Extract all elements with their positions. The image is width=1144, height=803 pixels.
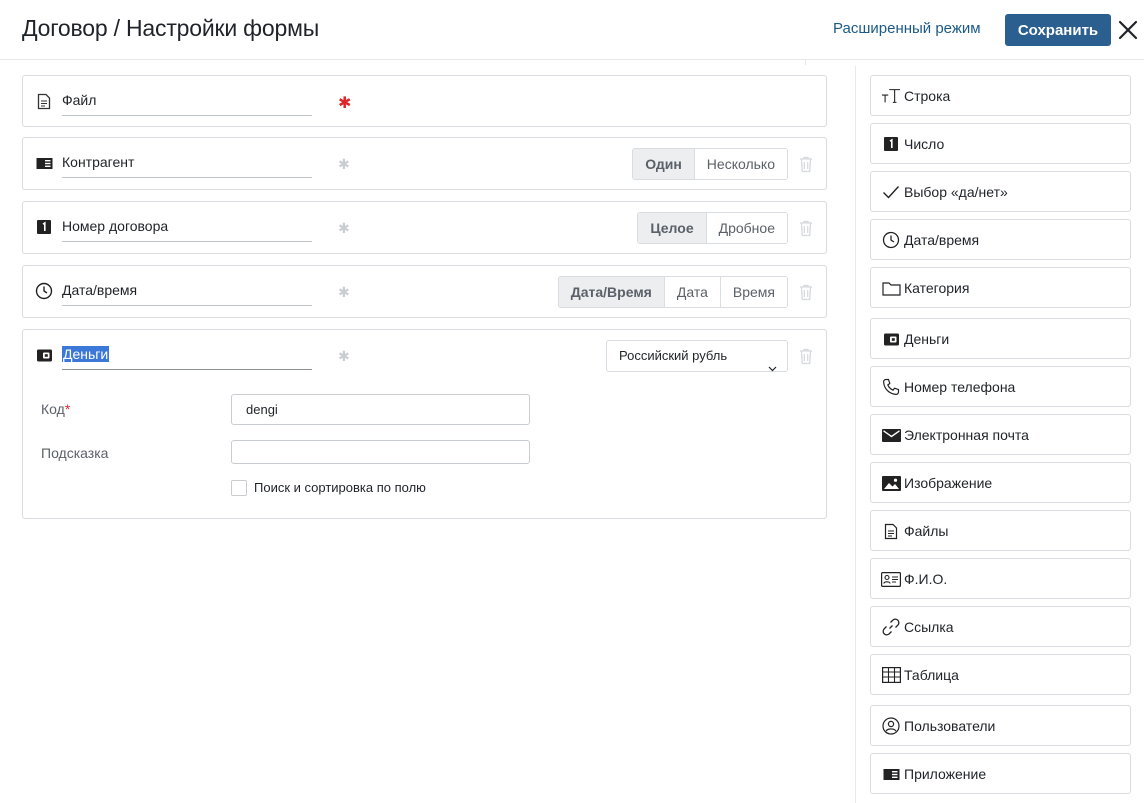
type-datetime-button[interactable]: Дата/время xyxy=(870,219,1131,260)
datetime-type-switch: Дата/Время Дата Время xyxy=(557,276,788,308)
type-files-button[interactable]: Файлы xyxy=(870,510,1131,551)
option-single[interactable]: Один xyxy=(633,149,694,179)
option-date[interactable]: Дата xyxy=(663,277,720,307)
trash-icon[interactable] xyxy=(798,155,814,173)
type-application-button[interactable]: Приложение xyxy=(870,753,1131,794)
type-label: Число xyxy=(904,136,945,152)
type-users-button[interactable]: Пользователи xyxy=(870,705,1131,746)
divider xyxy=(805,60,806,65)
type-category-button[interactable]: Категория xyxy=(870,267,1131,308)
type-label: Таблица xyxy=(904,667,959,683)
hint-input[interactable] xyxy=(231,440,530,464)
link-icon xyxy=(881,618,901,636)
type-label: Пользователи xyxy=(904,718,996,734)
app-icon xyxy=(35,154,53,172)
field-row-datetime: Дата/время ✱ Дата/Время Дата Время xyxy=(22,265,827,318)
panel-divider xyxy=(855,66,856,803)
code-label-text: Код xyxy=(41,401,65,417)
type-image-button[interactable]: Изображение xyxy=(870,462,1131,503)
number-icon xyxy=(881,135,901,153)
field-row-contract-number: Номер договора ✱ Целое Дробное xyxy=(22,201,827,254)
trash-icon[interactable] xyxy=(798,283,814,301)
file-icon xyxy=(881,522,901,540)
required-toggle[interactable]: ✱ xyxy=(338,348,350,365)
option-datetime[interactable]: Дата/Время xyxy=(558,277,664,307)
field-label-text: Деньги xyxy=(62,346,110,362)
type-label: Ф.И.О. xyxy=(904,571,948,587)
code-label: Код* xyxy=(41,401,71,417)
number-type-switch: Целое Дробное xyxy=(637,212,788,244)
trash-icon[interactable] xyxy=(798,347,814,365)
currency-select[interactable]: Российский рубль xyxy=(606,340,788,372)
search-sort-checkbox[interactable] xyxy=(231,480,247,496)
field-row-money: Деньги ✱ Российский рубль Код* Подсказка… xyxy=(22,329,827,519)
number-icon xyxy=(35,218,53,236)
type-number-button[interactable]: Число xyxy=(870,123,1131,164)
type-label: Электронная почта xyxy=(904,427,1029,443)
mail-icon xyxy=(881,426,901,444)
search-sort-label[interactable]: Поиск и сортировка по полю xyxy=(254,480,426,495)
type-money-button[interactable]: Деньги xyxy=(870,318,1131,359)
id-card-icon xyxy=(881,570,901,588)
clock-icon xyxy=(881,231,901,249)
field-row-file: Файл ✱ xyxy=(22,75,827,127)
option-integer[interactable]: Целое xyxy=(638,213,706,243)
app-icon xyxy=(881,765,901,783)
field-label[interactable]: Контрагент xyxy=(62,154,312,178)
text-icon xyxy=(881,87,901,105)
field-label[interactable]: Номер договора xyxy=(62,218,312,242)
type-link-button[interactable]: Ссылка xyxy=(870,606,1131,647)
page-title: Договор / Настройки формы xyxy=(22,15,320,41)
type-label: Файлы xyxy=(904,523,949,539)
phone-icon xyxy=(881,378,901,396)
trash-icon[interactable] xyxy=(798,219,814,237)
type-label: Ссылка xyxy=(904,619,954,635)
type-label: Дата/время xyxy=(904,232,980,248)
type-label: Номер телефона xyxy=(904,379,1016,395)
page-header: Договор / Настройки формы Расширенный ре… xyxy=(0,0,1144,60)
field-label[interactable]: Дата/время xyxy=(62,282,312,306)
required-toggle[interactable]: ✱ xyxy=(338,156,350,173)
type-fullname-button[interactable]: Ф.И.О. xyxy=(870,558,1131,599)
option-time[interactable]: Время xyxy=(719,277,787,307)
type-label: Строка xyxy=(904,88,951,104)
option-fractional[interactable]: Дробное xyxy=(705,213,787,243)
chevron-down-icon xyxy=(768,353,777,383)
hint-label: Подсказка xyxy=(41,445,109,461)
type-label: Выбор «да/нет» xyxy=(904,184,1008,200)
clock-icon xyxy=(35,282,53,300)
type-table-button[interactable]: Таблица xyxy=(870,654,1131,695)
field-label[interactable]: Файл xyxy=(62,92,312,116)
close-icon[interactable] xyxy=(1114,16,1142,44)
type-phone-button[interactable]: Номер телефона xyxy=(870,366,1131,407)
field-row-counterparty: Контрагент ✱ Один Несколько xyxy=(22,137,827,190)
type-label: Деньги xyxy=(904,331,950,347)
image-icon xyxy=(881,474,901,492)
user-icon xyxy=(881,717,901,735)
multiplicity-switch: Один Несколько xyxy=(632,148,788,180)
check-icon xyxy=(881,183,901,201)
type-boolean-button[interactable]: Выбор «да/нет» xyxy=(870,171,1131,212)
option-multiple[interactable]: Несколько xyxy=(693,149,787,179)
currency-value: Российский рубль xyxy=(619,348,728,363)
code-input[interactable] xyxy=(231,394,530,425)
field-label[interactable]: Деньги xyxy=(62,346,312,370)
save-button[interactable]: Сохранить xyxy=(1005,14,1111,46)
type-email-button[interactable]: Электронная почта xyxy=(870,414,1131,455)
type-label: Категория xyxy=(904,280,970,296)
type-string-button[interactable]: Строка xyxy=(870,75,1131,116)
required-toggle[interactable]: ✱ xyxy=(338,284,350,301)
advanced-mode-link[interactable]: Расширенный режим xyxy=(833,20,981,37)
type-label: Изображение xyxy=(904,475,993,491)
required-toggle[interactable]: ✱ xyxy=(338,220,350,237)
table-icon xyxy=(881,666,901,684)
type-label: Приложение xyxy=(904,766,987,782)
required-toggle[interactable]: ✱ xyxy=(338,93,351,113)
wallet-icon xyxy=(35,346,53,364)
file-icon xyxy=(35,92,53,110)
wallet-icon xyxy=(881,330,901,348)
folder-icon xyxy=(881,279,901,297)
